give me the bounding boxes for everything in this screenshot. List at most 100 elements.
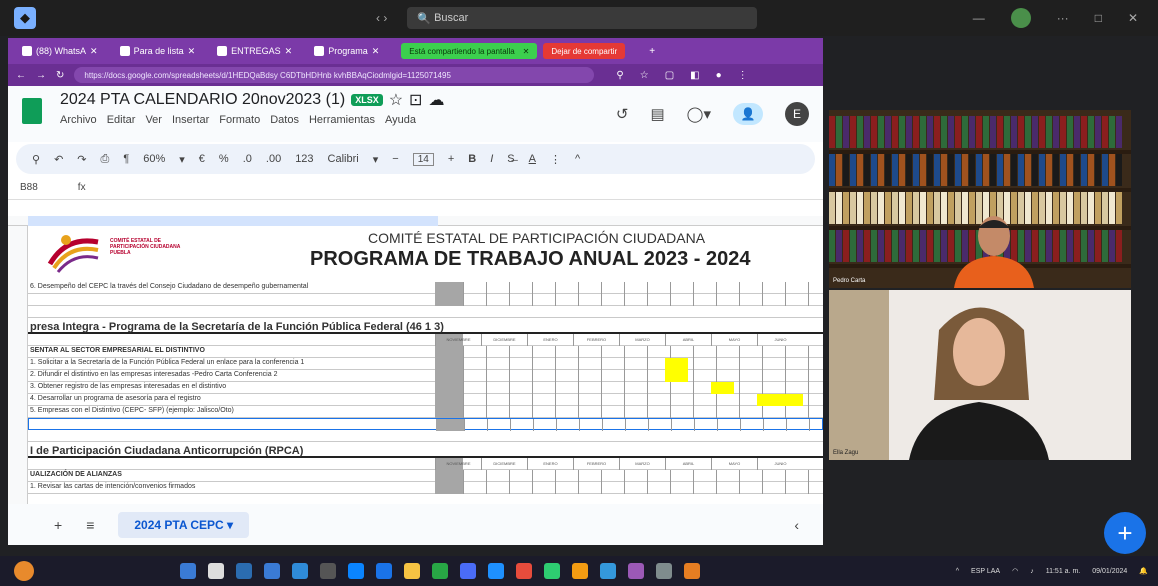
taskbar-app-icon[interactable] (320, 563, 336, 579)
table-row[interactable]: SENTAR AL SECTOR EMPRESARIAL EL DISTINTI… (28, 346, 823, 358)
taskbar-app-icon[interactable] (404, 563, 420, 579)
browser-tab[interactable]: (88) WhatsA ✕ (14, 41, 106, 61)
table-row[interactable] (28, 418, 823, 431)
zoom-icon[interactable]: ⚲ (616, 70, 623, 81)
table-row[interactable] (28, 294, 823, 306)
currency-format[interactable]: € (199, 153, 205, 165)
new-tab-button[interactable]: + (649, 46, 655, 57)
maximize-icon[interactable]: □ (1095, 11, 1102, 25)
menu-archivo[interactable]: Archivo (60, 114, 97, 126)
profile-icon[interactable]: ● (716, 70, 722, 81)
table-row[interactable]: 6. Desempeño del CEPC la través del Cons… (28, 282, 823, 294)
zoom-select[interactable]: 60% (143, 153, 165, 165)
taskbar-app-icon[interactable] (460, 563, 476, 579)
wifi-icon[interactable]: ◠ (1012, 567, 1018, 575)
bold-icon[interactable]: B (468, 153, 476, 165)
taskbar-app-icon[interactable] (628, 563, 644, 579)
table-row[interactable]: 4. Desarrollar un programa de asesoría p… (28, 394, 823, 406)
weather-icon[interactable] (14, 561, 34, 581)
star-icon[interactable]: ☆ (389, 90, 403, 110)
table-row[interactable]: 1. Solicitar a la Secretaría de la Funci… (28, 358, 823, 370)
nav-arrows[interactable]: ‹ › (376, 11, 387, 25)
menu-datos[interactable]: Datos (270, 114, 299, 126)
section-header-row[interactable]: I de Participación Ciudadana Anticorrupc… (28, 442, 823, 458)
font-size-decrease[interactable]: − (392, 153, 398, 165)
taskbar-app-icon[interactable] (292, 563, 308, 579)
menu-editar[interactable]: Editar (107, 114, 136, 126)
add-sheet-button[interactable]: + (54, 517, 62, 533)
back-icon[interactable]: ← (16, 70, 26, 81)
doc-title[interactable]: 2024 PTA CALENDARIO 20nov2023 (1) (60, 91, 345, 109)
table-row[interactable]: UALIZACIÓN DE ALIANZAS (28, 470, 823, 482)
search-input[interactable]: 🔍 Buscar (407, 7, 758, 29)
redo-icon[interactable]: ↷ (77, 153, 86, 166)
notification-icon[interactable]: 🔔 (1139, 567, 1148, 575)
collapse-icon[interactable]: ^ (575, 153, 580, 165)
video-tile-2[interactable]: Ella Zagu (829, 290, 1131, 460)
increase-decimal-icon[interactable]: .00 (266, 153, 281, 165)
move-icon[interactable]: ⊡ (409, 90, 422, 110)
search-menus-icon[interactable]: ⚲ (32, 153, 40, 166)
sheets-logo-icon[interactable] (22, 98, 42, 124)
menu-ayuda[interactable]: Ayuda (385, 114, 416, 126)
extensions-icon[interactable]: ▢ (665, 70, 674, 81)
font-size-increase[interactable]: + (448, 153, 454, 165)
meet-icon[interactable]: ◯▾ (687, 105, 711, 123)
italic-icon[interactable]: I (490, 153, 493, 165)
bookmark-star-icon[interactable]: ☆ (640, 70, 649, 81)
decrease-decimal-icon[interactable]: .0 (243, 153, 252, 165)
menu-ver[interactable]: Ver (145, 114, 162, 126)
table-row[interactable]: 2. Difundir el distintivo en las empresa… (28, 370, 823, 382)
collapse-panel-icon[interactable]: ‹ (794, 517, 799, 533)
browser-tab[interactable]: ENTREGAS ✕ (209, 41, 300, 61)
browser-tab[interactable]: Programa ✕ (306, 41, 387, 61)
font-size-field[interactable]: 14 (412, 152, 434, 166)
table-row[interactable] (28, 306, 823, 318)
table-row[interactable] (28, 430, 823, 442)
table-row[interactable]: 3. Obtener registro de las empresas inte… (28, 382, 823, 394)
section-header-row[interactable]: presa Integra - Programa de la Secretarí… (28, 318, 823, 334)
browser-tab[interactable]: Para de lista ✕ (112, 41, 204, 61)
spreadsheet-grid[interactable]: COMITÉ ESTATAL DE PARTICIPACIÓN CIUDADAN… (8, 216, 823, 504)
text-color-icon[interactable]: A (529, 153, 536, 165)
taskbar-app-icon[interactable] (684, 563, 700, 579)
taskbar-app-icon[interactable] (656, 563, 672, 579)
taskbar-app-icon[interactable] (208, 563, 224, 579)
clock-date[interactable]: 09/01/2024 (1092, 568, 1127, 575)
print-icon[interactable]: ⎙ (101, 153, 110, 166)
cloud-icon[interactable]: ☁ (428, 90, 444, 110)
taskbar-app-icon[interactable] (488, 563, 504, 579)
sidebar-icon[interactable]: ◧ (690, 70, 699, 81)
video-tile-1[interactable]: Pedro Carta (829, 110, 1131, 288)
taskbar-app-icon[interactable] (348, 563, 364, 579)
user-avatar[interactable]: E (785, 102, 809, 126)
menu-icon[interactable]: ⋮ (738, 70, 748, 81)
taskbar-app-icon[interactable] (432, 563, 448, 579)
forward-icon[interactable]: → (36, 70, 46, 81)
menu-insertar[interactable]: Insertar (172, 114, 209, 126)
taskbar-app-icon[interactable] (600, 563, 616, 579)
more-icon[interactable]: ··· (1057, 11, 1069, 25)
chevron-up-icon[interactable]: ^ (956, 568, 959, 575)
taskbar-app-icon[interactable] (516, 563, 532, 579)
language-indicator[interactable]: ESP LAA (971, 568, 1000, 575)
sheet-tab-active[interactable]: 2024 PTA CEPC ▾ (118, 511, 250, 538)
history-icon[interactable]: ↺ (616, 105, 629, 123)
menu-formato[interactable]: Formato (219, 114, 260, 126)
taskbar-app-icon[interactable] (544, 563, 560, 579)
taskbar-app-icon[interactable] (572, 563, 588, 579)
stop-sharing-button[interactable]: Dejar de compartir (543, 43, 626, 59)
paint-format-icon[interactable]: ¶ (123, 153, 129, 165)
name-box[interactable]: B88 (20, 182, 38, 193)
clock-time[interactable]: 11:51 a. m. (1046, 568, 1081, 575)
share-button[interactable]: 👤 (733, 103, 763, 125)
font-select[interactable]: Calibri (328, 153, 359, 165)
taskbar-app-icon[interactable] (180, 563, 196, 579)
comments-icon[interactable]: ▤ (650, 105, 664, 123)
table-row[interactable]: 1. Revisar las cartas de intención/conve… (28, 482, 823, 494)
minimize-icon[interactable]: — (973, 11, 985, 25)
undo-icon[interactable]: ↶ (54, 153, 63, 166)
close-icon[interactable]: ✕ (1128, 11, 1138, 25)
chevron-down-icon[interactable]: ▾ (373, 153, 379, 166)
table-row[interactable]: 5. Empresas con el Distintivo (CEPC- SFP… (28, 406, 823, 418)
